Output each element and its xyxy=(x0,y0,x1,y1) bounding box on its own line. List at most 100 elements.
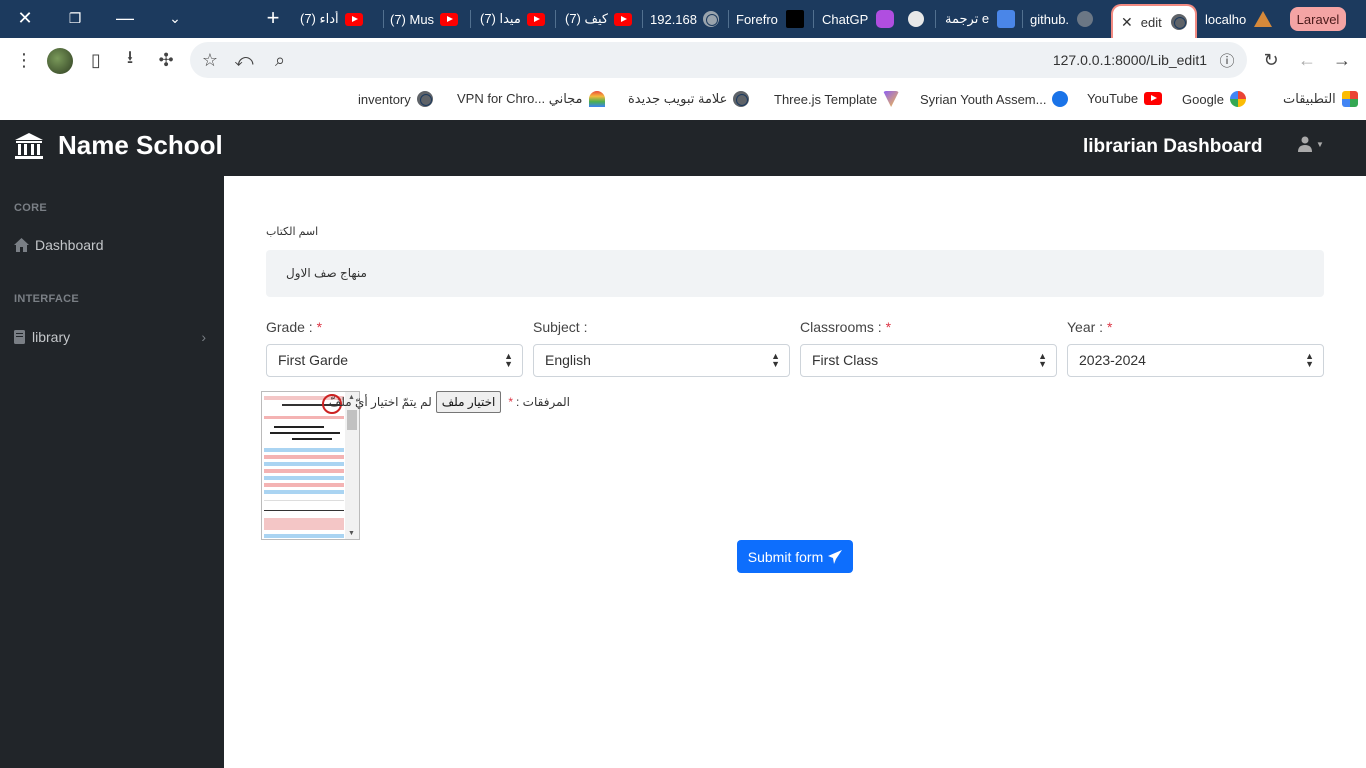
vite-icon xyxy=(883,91,900,107)
bookmark-label: التطبيقات xyxy=(1283,91,1336,106)
subject-label-text: Subject : xyxy=(533,319,588,335)
classrooms-select[interactable]: First Class ▲ ▼ xyxy=(800,344,1057,377)
sidebar-item-dashboard[interactable]: Dashboard xyxy=(14,237,210,253)
apps-icon xyxy=(1341,91,1358,107)
choose-file-button[interactable]: اختيار ملف xyxy=(435,391,502,413)
attachment-preview[interactable]: ▲ ▼ xyxy=(261,391,360,540)
bookmark-label: VPN for Chro... مجاني xyxy=(457,91,583,106)
bookmark-item[interactable]: Syrian Youth Assem... xyxy=(920,91,1069,107)
bookmark-label: Syrian Youth Assem... xyxy=(920,91,1047,107)
bookmark-item[interactable]: YouTube xyxy=(1087,91,1163,106)
youtube-icon xyxy=(344,12,363,26)
globe-icon xyxy=(733,91,750,107)
c-icon xyxy=(1052,91,1069,107)
tab-title: Forefro xyxy=(736,11,778,27)
classrooms-label-text: Classrooms : xyxy=(800,319,882,335)
browser-tab[interactable]: (7) Mus xyxy=(390,4,466,34)
required-mark: * xyxy=(508,395,514,409)
subject-select-value: English xyxy=(545,352,591,368)
sidebar-heading-core: CORE xyxy=(14,202,47,214)
main-content: اسم الكتاب منهاج صف الاول Grade : * Firs… xyxy=(224,176,1366,768)
bookmark-item[interactable]: Google xyxy=(1182,91,1246,107)
youtube-icon xyxy=(614,12,633,26)
forward-icon[interactable]: → xyxy=(1330,48,1354,72)
restore-window-icon[interactable]: ❐ xyxy=(50,0,100,36)
browser-tab[interactable]: (7) أداء xyxy=(300,4,378,34)
book-name-field[interactable]: منهاج صف الاول xyxy=(266,250,1324,297)
tab-title: ترجمة e xyxy=(945,11,990,26)
brand[interactable]: Name School xyxy=(14,130,223,161)
sidebar-item-label: library xyxy=(32,329,71,345)
year-select[interactable]: 2023-2024 ▲ ▼ xyxy=(1067,344,1324,377)
browser-tab-active[interactable]: ✕ edit xyxy=(1111,4,1197,38)
browser-tab-strip: ✕ ❐ — ⌄ + (7) أداء (7) Mus (7) ميدا (7) … xyxy=(0,0,1366,38)
github-icon xyxy=(1077,11,1094,27)
tab-search-icon[interactable]: ⌄ xyxy=(150,0,200,36)
tab-title: github. xyxy=(1030,11,1070,27)
preview-scrollbar[interactable]: ▲ ▼ xyxy=(345,392,359,539)
bookmark-item[interactable]: VPN for Chro... مجاني xyxy=(457,91,605,107)
required-mark: * xyxy=(1106,319,1113,335)
google-icon xyxy=(1229,91,1246,107)
bookmarks-bar: التطبيقات Google YouTube Syrian Youth As… xyxy=(0,82,1366,120)
tab-title: (7) كيف xyxy=(565,11,609,26)
minimize-window-icon[interactable]: — xyxy=(100,0,150,36)
profile-avatar[interactable] xyxy=(47,48,73,74)
submit-button[interactable]: Submit form xyxy=(737,540,853,573)
bookmark-star-icon[interactable]: ☆ xyxy=(198,48,222,72)
paper-plane-icon xyxy=(828,549,843,564)
sidebar-heading-interface: INTERFACE xyxy=(14,293,80,305)
youtube-icon xyxy=(440,12,459,26)
browser-tab[interactable]: 192.168 xyxy=(650,4,725,34)
subject-select[interactable]: English ▲ ▼ xyxy=(533,344,790,377)
attachments-label: المرفقات : xyxy=(516,395,570,409)
close-window-icon[interactable]: ✕ xyxy=(0,0,50,36)
browser-tab[interactable]: ترجمة e xyxy=(945,4,1017,34)
grade-select[interactable]: First Garde ▲ ▼ xyxy=(266,344,523,377)
browser-tab[interactable]: (7) ميدا xyxy=(480,4,550,34)
menu-icon[interactable]: ⋮ xyxy=(12,48,36,72)
zoom-icon[interactable]: ⌕ xyxy=(268,48,292,72)
chevron-right-icon: › xyxy=(201,329,206,345)
close-tab-icon[interactable]: ✕ xyxy=(1121,14,1133,31)
bookmark-label: Google xyxy=(1182,91,1224,107)
attachments-row: المرفقات : * اختيار ملف لم يتمّ اختيار أ… xyxy=(329,391,570,413)
bookmark-item[interactable]: التطبيقات xyxy=(1283,91,1358,107)
scroll-down-icon[interactable]: ▼ xyxy=(348,530,355,537)
browser-tab[interactable] xyxy=(908,4,930,34)
app-navbar: Name School librarian Dashboard ▼ xyxy=(0,120,1366,176)
browser-tab[interactable]: ChatGP xyxy=(822,4,894,34)
new-tab-icon[interactable]: + xyxy=(248,0,298,36)
tab-group-chip[interactable]: Laravel xyxy=(1290,7,1346,31)
browser-tab[interactable]: (7) كيف xyxy=(565,4,637,34)
select-arrows-icon: ▲ ▼ xyxy=(504,351,513,369)
browser-tab[interactable]: Forefro xyxy=(736,4,808,34)
required-mark: * xyxy=(316,319,323,335)
scrollbar-thumb[interactable] xyxy=(347,410,357,430)
user-menu[interactable]: ▼ xyxy=(1298,136,1324,152)
bookmark-item[interactable]: inventory xyxy=(358,91,433,107)
user-icon xyxy=(1298,136,1312,152)
tab-title: (7) ميدا xyxy=(480,11,521,26)
vpn-icon xyxy=(588,91,605,107)
share-icon[interactable]: ⤺ xyxy=(232,48,256,72)
browser-toolbar: ⋮ ▯ ⭳ ✣ ☆ ⤺ ⌕ 127.0.0.1:8000/Lib_edit1 ⓘ… xyxy=(0,38,1366,82)
download-icon[interactable]: ⭳ xyxy=(118,47,142,72)
browser-tab[interactable]: localho xyxy=(1205,4,1280,34)
extensions-icon[interactable]: ✣ xyxy=(154,48,178,72)
bookmark-item[interactable]: علامة تبويب جديدة xyxy=(628,91,750,107)
bookmark-item[interactable]: Three.js Template xyxy=(774,91,900,107)
bookmark-label: YouTube xyxy=(1087,91,1139,106)
side-panel-icon[interactable]: ▯ xyxy=(84,48,108,72)
back-icon[interactable]: ← xyxy=(1295,48,1319,72)
forefront-icon xyxy=(785,10,804,28)
reload-icon[interactable]: ↻ xyxy=(1259,48,1283,72)
sidebar-item-library[interactable]: library › xyxy=(14,329,210,345)
url-text: 127.0.0.1:8000/Lib_edit1 xyxy=(1052,52,1207,68)
address-bar[interactable]: ☆ ⤺ ⌕ 127.0.0.1:8000/Lib_edit1 ⓘ xyxy=(190,42,1247,78)
select-arrows-icon: ▲ ▼ xyxy=(771,351,780,369)
subject-label: Subject : xyxy=(533,319,587,335)
translate-icon xyxy=(997,10,1016,28)
browser-tab[interactable]: github. xyxy=(1030,4,1104,34)
site-info-icon[interactable]: ⓘ xyxy=(1215,48,1239,72)
